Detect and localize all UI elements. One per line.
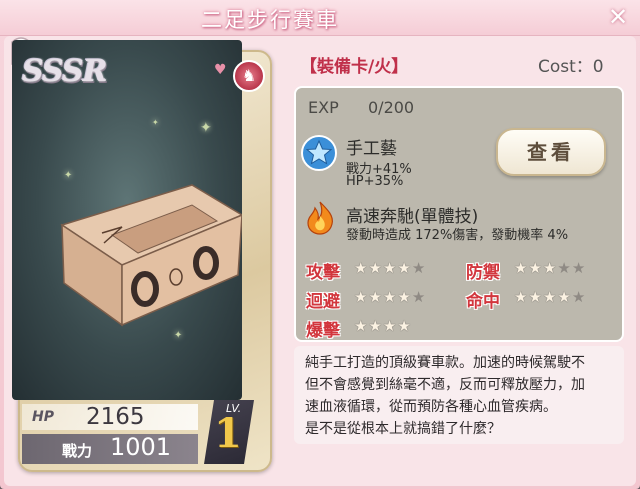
hp-value: 2165	[86, 404, 145, 430]
hp-label: HP	[32, 409, 54, 425]
star-filled-icon: ★	[542, 259, 558, 277]
window-title: 二足步行賽車	[201, 8, 339, 32]
view-button[interactable]: 查看	[496, 128, 606, 176]
star-empty-icon: ★	[571, 288, 587, 306]
stat-label-accuracy: 命中	[466, 292, 500, 312]
fire-element-icon: ♞	[233, 60, 265, 92]
star-filled-icon: ★	[354, 288, 369, 306]
star-filled-icon: ★	[354, 259, 369, 277]
star-empty-icon: ★	[571, 259, 587, 277]
star-filled-icon: ★	[528, 288, 543, 306]
sparkle-icon: ✦	[152, 118, 159, 127]
star-filled-icon: ★	[382, 259, 398, 277]
sparkle-icon: ✦	[200, 120, 212, 136]
cardboard-car-image	[60, 184, 242, 327]
cost-label: Cost：0	[538, 57, 604, 77]
description-line: 是不是從根本上就搞錯了什麼？	[305, 421, 501, 437]
star-filled-icon: ★	[368, 317, 383, 335]
stat-label-evasion: 迴避	[306, 292, 340, 312]
stat-label-attack: 攻擊	[306, 263, 340, 283]
blue-star-skill-icon	[301, 135, 337, 171]
star-filled-icon: ★	[368, 259, 383, 277]
card-type-label: 【裝備卡/火】	[300, 57, 409, 77]
stat-label-defense: 防禦	[466, 263, 500, 283]
fire-skill-icon	[307, 201, 333, 235]
star-filled-icon: ★	[382, 317, 398, 335]
rarity-badge: SSSR	[22, 54, 108, 89]
star-filled-icon: ★	[514, 259, 529, 277]
star-filled-icon: ★	[542, 288, 558, 306]
stat-stars-attack: ★★★★★	[354, 259, 426, 277]
heart-icon: ♥	[214, 62, 227, 78]
stat-stars-accuracy: ★★★★★	[514, 288, 586, 306]
skill-1-name: 手工藝	[346, 139, 397, 159]
stat-stars-critical: ★★★★	[354, 317, 412, 335]
star-filled-icon: ★	[397, 259, 412, 277]
star-filled-icon: ★	[528, 259, 543, 277]
star-filled-icon: ★	[397, 317, 412, 335]
stat-stars-defense: ★★★★★	[514, 259, 586, 277]
star-filled-icon: ★	[514, 288, 529, 306]
level-value: 1	[214, 410, 242, 457]
exp-value: 0/200	[368, 98, 415, 117]
star-empty-icon: ★	[557, 259, 572, 277]
star-filled-icon: ★	[397, 288, 412, 306]
star-empty-icon: ★	[411, 288, 427, 306]
star-filled-icon: ★	[382, 288, 398, 306]
stat-stars-evasion: ★★★★★	[354, 288, 426, 306]
exp-label: EXP	[308, 98, 339, 117]
description-line: 純手工打造的頂級賽車款。加速的時候駕駛不	[305, 355, 585, 371]
star-filled-icon: ★	[354, 317, 369, 335]
close-icon[interactable]: ✕	[606, 5, 630, 30]
skill-2-effect: 發動時造成 172%傷害，發動機率 4%	[346, 228, 569, 243]
description-line: 但不會感覺到絲毫不適，反而可釋放壓力，加	[305, 377, 585, 393]
description-line: 速血液循環，從而預防各種心血管疾病。	[305, 399, 557, 415]
star-filled-icon: ★	[557, 288, 572, 306]
stat-label-critical: 爆擊	[306, 321, 340, 341]
power-label: 戰力	[62, 442, 93, 460]
star-empty-icon: ★	[411, 259, 427, 277]
skill-1-effect: HP+35%	[346, 174, 404, 189]
star-filled-icon: ★	[368, 288, 383, 306]
power-value: 1001	[110, 433, 172, 461]
